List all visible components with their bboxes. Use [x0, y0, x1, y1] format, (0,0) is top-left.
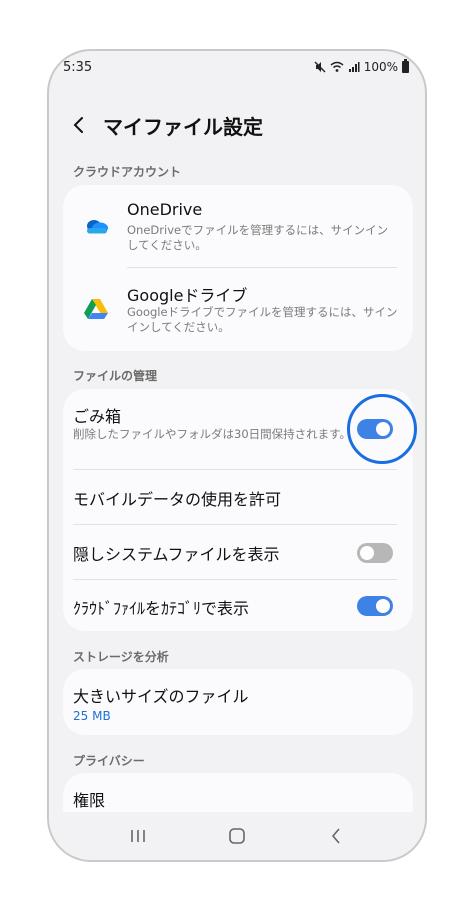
- large-files-row[interactable]: 大きいサイズのファイル 25 MB: [63, 669, 413, 735]
- page-title: マイファイル設定: [103, 114, 263, 139]
- cloud-category-row[interactable]: ｸﾗｳﾄﾞﾌｧｲﾙをｶﾃｺﾞﾘで表示: [63, 580, 413, 631]
- onedrive-row[interactable]: OneDrive OneDriveでファイルを管理するには、サインインしてくださ…: [63, 185, 413, 267]
- status-icons: 100%: [314, 59, 409, 74]
- highlight-ring: [347, 394, 417, 464]
- phone-frame: 5:35 100% マイファイル設定 クラウドアカウント OneDrive On…: [47, 49, 427, 862]
- onedrive-title: OneDrive: [127, 200, 203, 219]
- google-drive-subtitle: Googleドライブでファイルを管理するには、サインインしてください。: [127, 305, 398, 334]
- section-label-storage: ストレージを分析: [73, 650, 169, 664]
- status-bar: 5:35 100%: [49, 51, 425, 83]
- nav-back-icon: [331, 828, 340, 844]
- cloud-category-toggle[interactable]: [357, 596, 393, 616]
- section-label-manage: ファイルの管理: [73, 369, 158, 383]
- nav-back-button[interactable]: [316, 821, 356, 851]
- cloud-category-title: ｸﾗｳﾄﾞﾌｧｲﾙをｶﾃｺﾞﾘで表示: [73, 599, 250, 618]
- section-label-cloud: クラウドアカウント: [73, 165, 182, 179]
- back-icon[interactable]: [69, 116, 87, 134]
- trash-title: ごみ箱: [73, 407, 122, 426]
- hidden-files-toggle[interactable]: [357, 543, 393, 563]
- permissions-title: 権限: [73, 791, 106, 810]
- cloud-accounts-card: OneDrive OneDriveでファイルを管理するには、サインインしてくださ…: [63, 185, 413, 351]
- battery-icon: [402, 59, 409, 73]
- recent-apps-button[interactable]: [118, 821, 158, 851]
- google-drive-row[interactable]: Googleドライブ Googleドライブでファイルを管理するには、サインインし…: [63, 268, 413, 351]
- header: マイファイル設定: [49, 103, 425, 147]
- trash-subtitle: 削除したファイルやフォルダは30日間保持されます。: [73, 427, 351, 441]
- storage-card: 大きいサイズのファイル 25 MB: [63, 669, 413, 735]
- hidden-files-title: 隠しシステムファイルを表示: [73, 545, 280, 564]
- section-label-privacy: プライバシー: [73, 754, 145, 768]
- toggle-knob: [360, 546, 374, 560]
- home-button[interactable]: [217, 821, 257, 851]
- google-drive-title: Googleドライブ: [127, 286, 248, 305]
- mute-icon: [314, 61, 326, 73]
- large-files-size: 25 MB: [73, 709, 111, 723]
- home-icon: [229, 828, 245, 844]
- onedrive-icon: [83, 213, 109, 239]
- toggle-knob: [376, 599, 390, 613]
- large-files-title: 大きいサイズのファイル: [73, 687, 249, 706]
- navigation-bar: [49, 812, 425, 860]
- signal-icon: [348, 62, 360, 72]
- recent-apps-icon: [131, 830, 146, 842]
- hidden-files-row[interactable]: 隠しシステムファイルを表示: [63, 525, 413, 579]
- mobile-data-row[interactable]: モバイルデータの使用を許可: [63, 470, 413, 524]
- google-drive-icon: [83, 296, 109, 322]
- battery-percent: 100%: [363, 60, 398, 74]
- status-time: 5:35: [63, 59, 93, 75]
- onedrive-subtitle: OneDriveでファイルを管理するには、サインインしてください。: [127, 223, 389, 252]
- wifi-icon: [330, 61, 344, 72]
- mobile-data-title: モバイルデータの使用を許可: [73, 490, 282, 509]
